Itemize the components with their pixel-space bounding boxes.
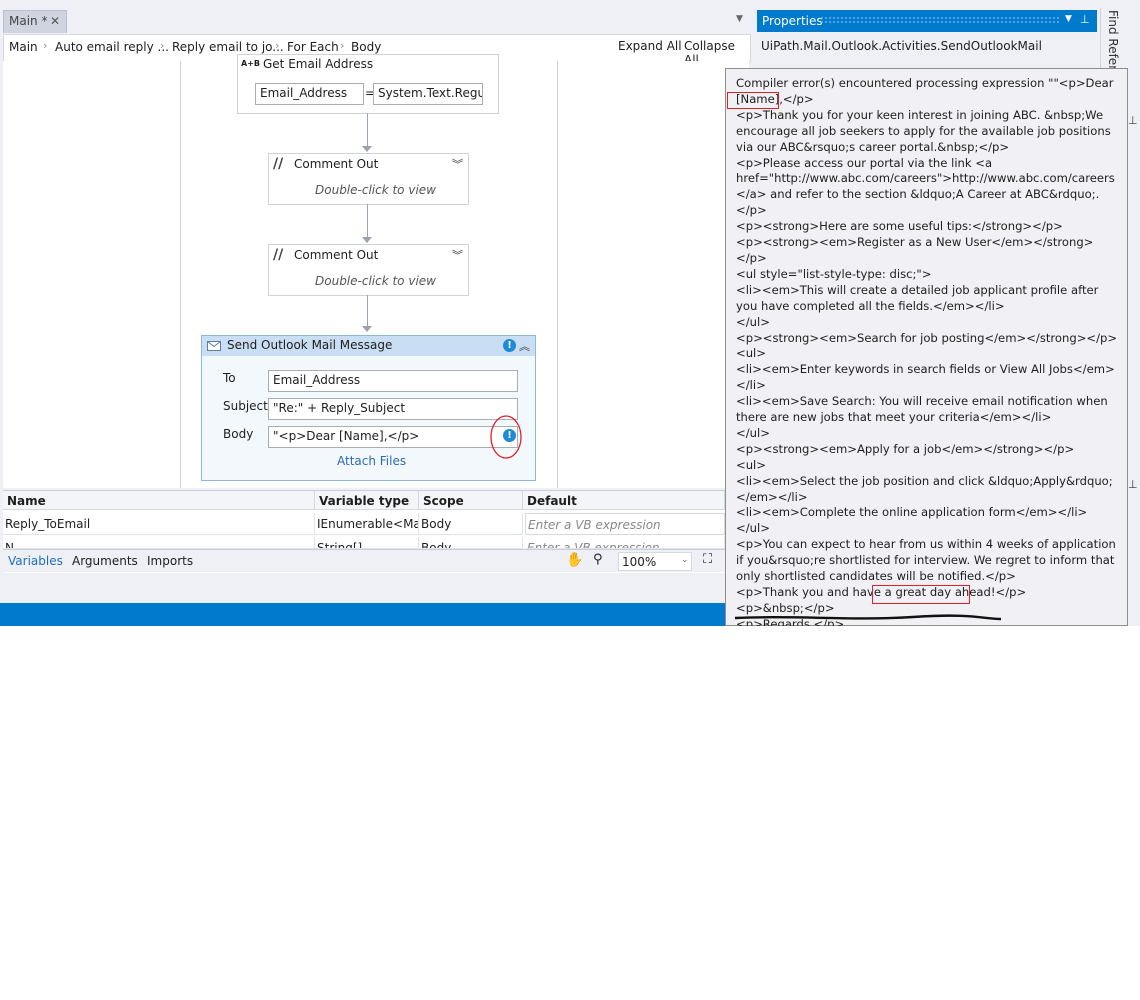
- flow-connector: [367, 204, 368, 240]
- zoom-select[interactable]: 100% ⌄: [618, 552, 692, 571]
- annotation-box: [872, 585, 970, 604]
- column-header-name[interactable]: Name: [3, 491, 315, 510]
- to-field[interactable]: Email_Address: [268, 370, 518, 392]
- tab-variables[interactable]: Variables: [8, 554, 63, 568]
- flow-connector: [367, 113, 368, 149]
- designer-bottom-bar: Variables Arguments Imports ✋ ⚲ 100% ⌄ ⛶: [3, 549, 749, 572]
- close-icon[interactable]: ✕: [50, 14, 60, 28]
- tab-list-dropdown-icon[interactable]: ▼: [736, 14, 743, 24]
- assign-value-field[interactable]: System.Text.Regula: [373, 83, 483, 105]
- breadcrumb-separator-icon: ›: [160, 39, 165, 52]
- assign-icon: A+B: [241, 59, 260, 68]
- mail-title: Send Outlook Mail Message: [227, 338, 393, 352]
- body-field[interactable]: "<p>Dear [Name],</p>: [268, 426, 518, 448]
- pin-icon[interactable]: ⊥: [1080, 13, 1090, 26]
- expand-all-button[interactable]: Expand All: [618, 39, 682, 53]
- chevron-up-icon[interactable]: ︽: [519, 338, 530, 354]
- tab-main-label: Main *: [9, 14, 48, 28]
- comment-title: Comment Out: [294, 248, 379, 262]
- document-tab-strip: [0, 0, 752, 34]
- assign-to-field[interactable]: Email_Address: [255, 83, 364, 105]
- variable-name-cell[interactable]: N...: [3, 537, 315, 549]
- zoom-value: 100%: [622, 555, 657, 569]
- panel-menu-icon[interactable]: ▼: [1065, 14, 1072, 24]
- hand-icon[interactable]: ✋: [566, 552, 583, 568]
- breadcrumb-item-for-each[interactable]: For Each: [287, 40, 339, 54]
- body-label: Body: [223, 427, 254, 441]
- breadcrumb-separator-icon: ›: [340, 39, 345, 52]
- subject-field[interactable]: "Re:" + Reply_Subject: [268, 398, 518, 420]
- chevron-down-icon: ⌄: [681, 555, 689, 565]
- breadcrumb-item-body[interactable]: Body: [351, 40, 381, 54]
- tab-main[interactable]: Main * ✕: [3, 10, 67, 33]
- attach-files-link[interactable]: Attach Files: [337, 454, 406, 468]
- annotation-underline: [734, 614, 1002, 621]
- breadcrumb-item-main[interactable]: Main: [9, 40, 38, 54]
- tab-imports[interactable]: Imports: [147, 554, 193, 568]
- comment-icon: //: [273, 156, 284, 172]
- flow-arrow-icon: [362, 146, 372, 152]
- comment-icon: //: [273, 247, 284, 263]
- pin-icon[interactable]: ⊥: [1128, 478, 1138, 491]
- subject-label: Subject: [223, 399, 268, 413]
- column-header-scope[interactable]: Scope: [419, 491, 523, 510]
- properties-activity-name: UiPath.Mail.Outlook.Activities.SendOutlo…: [761, 39, 1042, 53]
- properties-title: Properties: [762, 14, 823, 28]
- zoom-icon[interactable]: ⚲: [593, 552, 603, 567]
- chevron-down-icon[interactable]: ︾: [452, 156, 463, 172]
- properties-activity-bar: UiPath.Mail.Outlook.Activities.SendOutlo…: [757, 34, 1097, 60]
- status-bar: [0, 603, 725, 626]
- variable-default-input[interactable]: Enter a VB expression: [525, 513, 725, 535]
- envelope-icon: [207, 341, 221, 351]
- fit-to-screen-icon[interactable]: ⛶: [703, 552, 712, 567]
- breadcrumb-separator-icon: ›: [275, 39, 280, 52]
- warning-icon[interactable]: !: [503, 339, 516, 352]
- variable-type-cell[interactable]: IEnumerable<Matcl: [315, 513, 419, 535]
- variable-name-cell[interactable]: Reply_ToEmail: [3, 513, 315, 535]
- annotation-circle: [490, 415, 522, 459]
- assign-title: Get Email Address: [263, 57, 374, 71]
- variable-default-input[interactable]: Enter a VB expression: [525, 537, 725, 549]
- annotation-box: [727, 92, 779, 109]
- variable-scope-cell[interactable]: Body: [419, 537, 523, 549]
- breadcrumb-item-auto-email-reply[interactable]: Auto email reply ...: [55, 40, 169, 54]
- column-header-default[interactable]: Default: [523, 491, 725, 510]
- panel-grip: [820, 16, 1060, 24]
- assign-activity[interactable]: A+B Get Email Address Email_Address = Sy…: [237, 54, 499, 114]
- comment-title: Comment Out: [294, 157, 379, 171]
- send-outlook-mail-activity[interactable]: Send Outlook Mail Message ! ︽ To Email_A…: [201, 335, 536, 481]
- pin-icon[interactable]: ⊥: [1128, 114, 1138, 127]
- variable-type-cell[interactable]: String[]: [315, 537, 419, 549]
- breadcrumb-separator-icon: ›: [43, 39, 48, 52]
- breadcrumb-item-reply-email[interactable]: Reply email to jo...: [172, 40, 284, 54]
- column-header-variable-type[interactable]: Variable type: [315, 491, 419, 510]
- to-label: To: [223, 371, 236, 385]
- comment-hint: Double-click to view: [315, 183, 436, 197]
- chevron-down-icon[interactable]: ︾: [452, 247, 463, 263]
- flow-connector: [367, 295, 368, 328]
- error-tooltip: Compiler error(s) encountered processing…: [725, 68, 1128, 626]
- error-message: Compiler error(s) encountered processing…: [736, 76, 1118, 626]
- comment-out-activity[interactable]: // Comment Out ︾ Double-click to view: [268, 244, 469, 296]
- tab-arguments[interactable]: Arguments: [72, 554, 138, 568]
- variable-scope-cell[interactable]: Body: [419, 513, 523, 535]
- comment-hint: Double-click to view: [315, 274, 436, 288]
- comment-out-activity[interactable]: // Comment Out ︾ Double-click to view: [268, 153, 469, 205]
- uipath-studio-window: Main * ✕ ▼ Main › Auto email reply ... ›…: [0, 0, 1140, 626]
- flow-arrow-icon: [362, 326, 372, 332]
- flow-arrow-icon: [362, 237, 372, 243]
